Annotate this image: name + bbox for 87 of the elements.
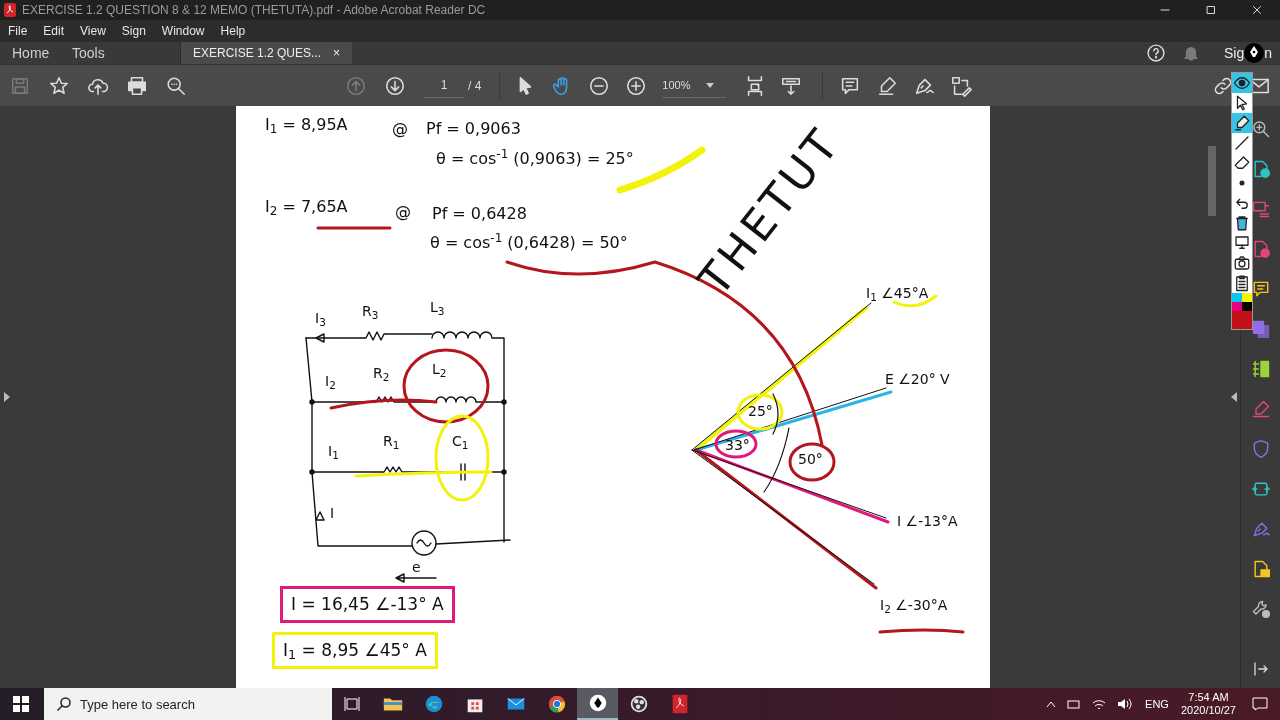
wifi-icon[interactable] — [1092, 698, 1107, 710]
handwritten-equation: I$_{1}$ = 8,95A — [265, 116, 348, 134]
circuit-label: R$_{1}$ — [383, 434, 400, 450]
circuit-label: I — [330, 506, 335, 522]
tab[interactable]: EXERCISE 1.2 QUES... × — [180, 42, 353, 64]
phasor-label: I ∠-13°A — [897, 514, 958, 530]
maximize-icon[interactable] — [1204, 3, 1218, 17]
zoom-dropdown[interactable]: 100% — [662, 73, 727, 98]
circuit-label: R$_{3}$ — [362, 304, 379, 320]
highlighter-icon[interactable] — [876, 74, 899, 97]
clock-date[interactable]: 2020/10/27 — [1180, 704, 1236, 718]
battery-icon[interactable] — [1067, 698, 1082, 710]
circuit-label: R$_{2}$ — [373, 366, 390, 382]
menu-item[interactable]: Sign — [121, 22, 146, 40]
notification-icon[interactable] — [1252, 697, 1268, 711]
collapse-panel-icon[interactable] — [1231, 392, 1237, 402]
pdf-app-icon — [4, 3, 16, 17]
edit-document-icon[interactable] — [950, 74, 973, 97]
tab-close-button[interactable]: × — [333, 44, 341, 62]
sign-in-link[interactable]: Sig n — [1223, 42, 1272, 64]
page-number-field[interactable]: 1 — [424, 73, 464, 98]
angle-label: 33° — [725, 438, 750, 454]
color-swatch[interactable] — [1232, 293, 1242, 302]
circuit-label: C$_{1}$ — [452, 434, 469, 450]
circuit-label: L$_{2}$ — [432, 362, 447, 378]
eye-icon[interactable] — [1232, 73, 1252, 93]
menu-item[interactable]: Help — [220, 22, 246, 40]
menu-item[interactable]: Edit — [43, 22, 65, 40]
handwritten-equation: Pf = 0,9063 — [426, 120, 521, 138]
zoom-out-icon[interactable] — [588, 74, 611, 97]
volume-icon[interactable] — [1117, 698, 1134, 710]
handwritten-equation: @ — [395, 203, 411, 221]
pages-icon[interactable] — [1250, 359, 1271, 379]
tab[interactable]: Tools — [60, 42, 120, 64]
menu-item[interactable]: File — [8, 22, 28, 40]
handwritten-equation: I$_{2}$ = 7,65A — [265, 198, 348, 216]
search-icon — [56, 696, 72, 712]
caret-icon — [706, 82, 715, 88]
printer-icon[interactable] — [126, 74, 148, 97]
menu-item[interactable]: Window — [161, 22, 205, 40]
current-color-swatch[interactable] — [1232, 311, 1252, 329]
result-box: I = 16,45 ∠-13° A — [280, 586, 455, 623]
combine-files-icon[interactable] — [1250, 319, 1271, 339]
handwritten-equation: Pf = 0,6428 — [432, 205, 527, 223]
angle-label: 50° — [798, 452, 823, 468]
camera-icon[interactable] — [1232, 253, 1252, 273]
zoom-in-icon[interactable] — [1250, 119, 1271, 139]
color-swatch[interactable] — [1242, 302, 1252, 311]
organize-icon[interactable] — [1250, 199, 1271, 219]
phasor-label: E ∠20° V — [885, 372, 950, 388]
circuit-label: I$_{1}$ — [328, 444, 339, 460]
page-total: / 4 — [468, 77, 482, 95]
collapse-icon[interactable] — [1251, 660, 1270, 678]
close-icon[interactable] — [1250, 3, 1264, 17]
clock-time[interactable]: 7:54 AM — [1188, 690, 1229, 704]
circuit-label: I$_{2}$ — [325, 374, 336, 390]
task-view-icon[interactable] — [344, 696, 360, 712]
windows-start-icon[interactable] — [13, 696, 29, 712]
angle-label: 25° — [748, 404, 773, 420]
compress-icon[interactable] — [1250, 479, 1271, 499]
language-indicator[interactable]: ENG — [1145, 695, 1169, 713]
help-icon[interactable] — [1145, 43, 1166, 63]
tab[interactable]: Home — [0, 42, 60, 64]
circuit-label: e — [412, 560, 421, 576]
pen-app-icon[interactable] — [1244, 43, 1265, 63]
star-icon[interactable] — [48, 74, 70, 97]
bell-icon[interactable] — [1181, 44, 1200, 62]
zoom-in-icon[interactable] — [625, 74, 648, 97]
color-swatch[interactable] — [1242, 293, 1252, 302]
handwritten-equation: @ — [392, 120, 408, 138]
caret-icon[interactable] — [1046, 700, 1057, 708]
expand-panel-icon[interactable] — [4, 392, 10, 402]
result-box: I$_{1}$ = 8,95 ∠45° A — [272, 632, 438, 669]
window-title: EXERCISE 1.2 QUESTION 8 & 12 MEMO (THETUTA).pdf - Adobe Acrobat Reader DC — [22, 2, 487, 19]
highlighter-icon[interactable] — [1232, 113, 1252, 133]
circuit-label: I$_{3}$ — [315, 311, 326, 327]
handwritten-equation: θ = cos$^{-1}$ (0,6428) = 50° — [430, 234, 628, 252]
scrollbar-thumb — [1208, 146, 1216, 216]
phasor-label: I$_{1}$ ∠45°A — [866, 286, 929, 302]
wrench-icon[interactable] — [1250, 599, 1271, 619]
menu-item[interactable]: View — [80, 22, 106, 40]
taskbar-search-field[interactable]: Type here to search — [44, 688, 332, 720]
search-icon[interactable] — [165, 74, 187, 97]
handwritten-equation: θ = cos$^{-1}$ (0,9063) = 25° — [436, 150, 634, 168]
circuit-label: L$_{3}$ — [430, 300, 445, 316]
phasor-label: I$_{2}$ ∠-30°A — [880, 598, 948, 614]
color-swatch[interactable] — [1232, 302, 1242, 311]
